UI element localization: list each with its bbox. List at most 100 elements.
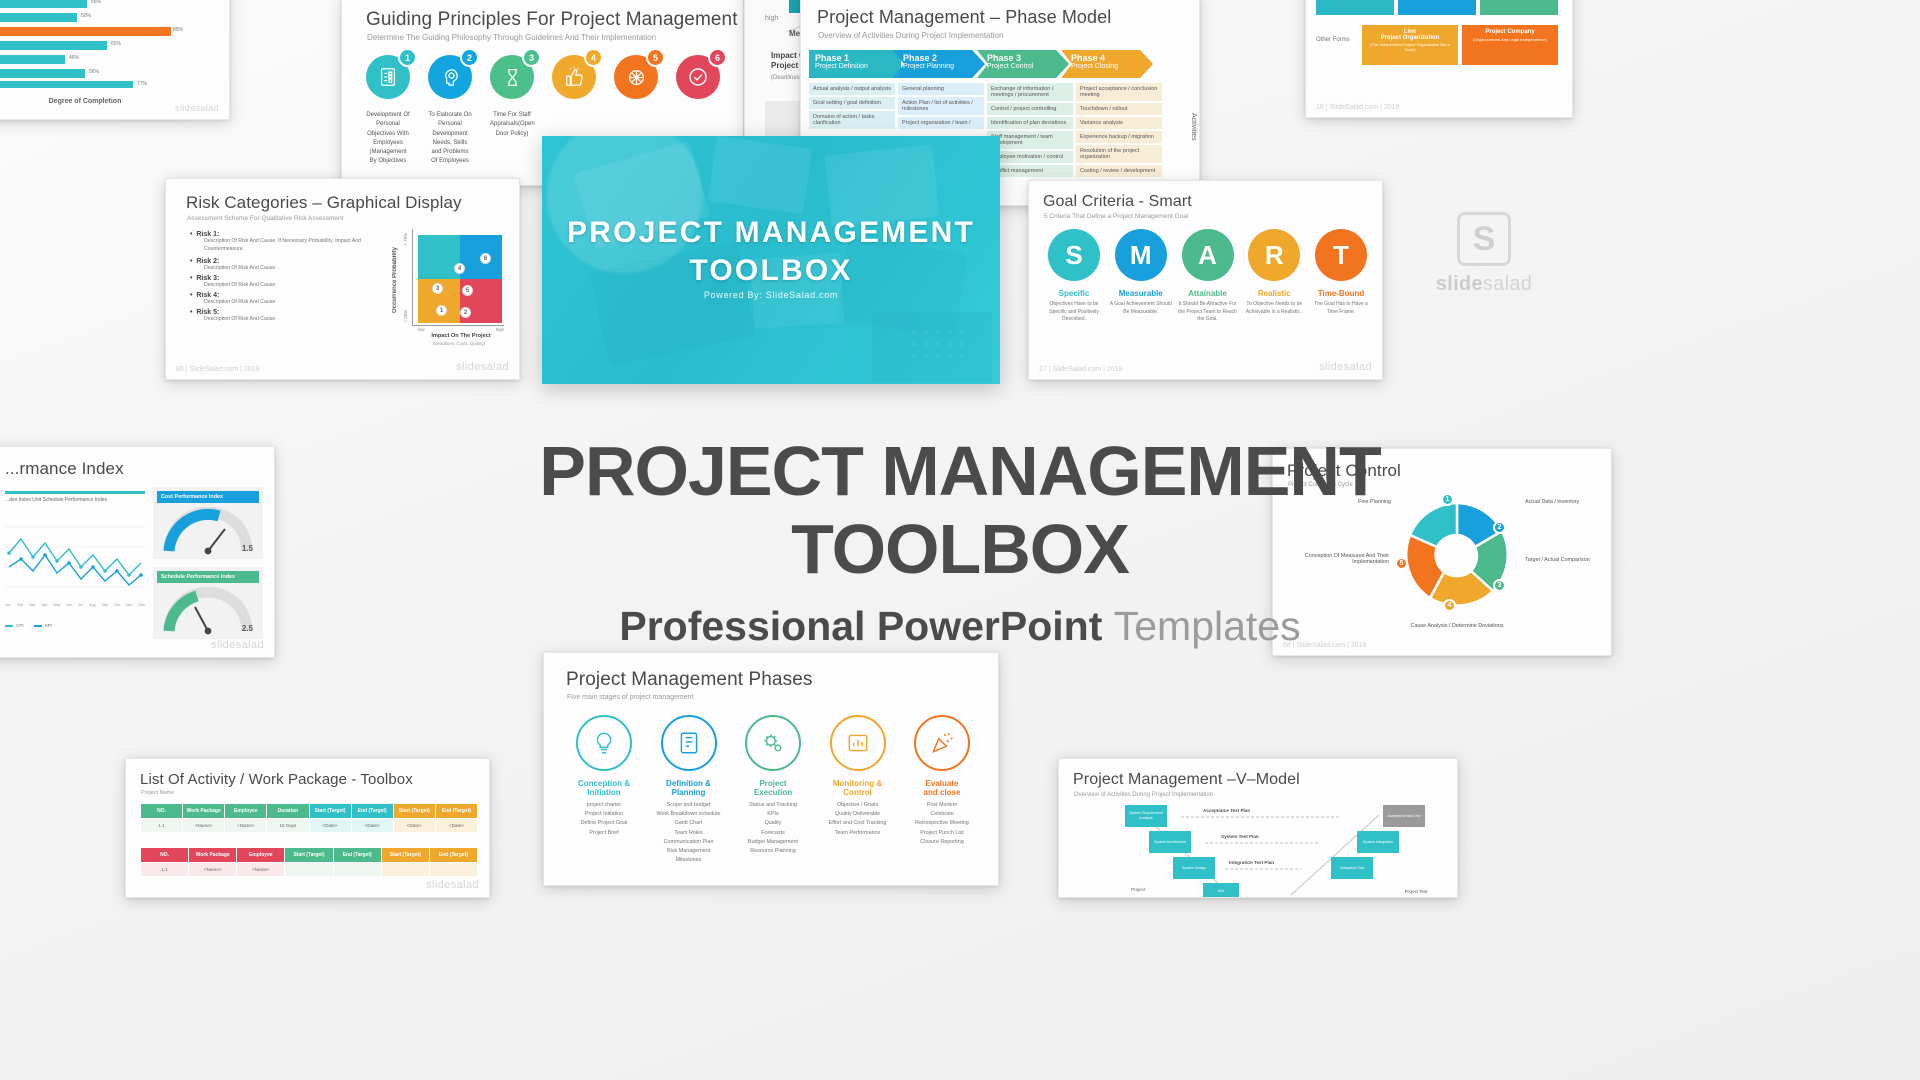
phase-header-1[interactable]: Phase 1 Project Definition [809,50,901,78]
v-bottom-left-label: Project [1131,887,1146,892]
table-row[interactable]: 1.1 <Name> <Name> 15 Days <Date> <Date> … [139,818,479,833]
smart-item-s[interactable]: S Specific Objectives Have to be Specifi… [1043,229,1105,324]
chart-bar-icon [829,715,886,771]
org-card-1[interactable]: Line – And – Staff Project Organization … [1316,0,1394,15]
slide-footer: 27 | SlideSalad.com | 2019 [1039,366,1123,373]
phase-column-4: Project acceptance / conclusion meeting … [1076,83,1162,179]
slide-org-forms[interactable]: Line – And – Staff Project Organization … [1305,0,1573,118]
v-connector-label-3: Integration Test Plan [1229,860,1275,865]
page-title: List Of Activity / Work Package - Toolbo… [140,771,413,788]
watermark: slidesalad [174,103,219,113]
v-node-left-4[interactable]: Unit [1203,883,1239,897]
v-node-right-2[interactable]: System Integration [1357,831,1399,853]
risk-marker-1[interactable]: 1 [436,305,447,316]
phase-header-4[interactable]: Phase 4 Project Closing [1061,50,1153,78]
page-title: Project Management Phases [566,669,813,690]
slide-v-model[interactable]: Project Management –V–Model Overview of … [1058,758,1458,898]
principle-badge-1: 1 [398,48,417,67]
principle-item-2[interactable]: 2 To Elaborate On Personal Development N… [428,48,479,167]
risk-marker-4[interactable]: 4 [454,263,465,274]
page-title: Project Management –V–Model [1073,771,1300,788]
page-subtitle: Project Name [141,790,175,796]
risk-marker-5[interactable]: 5 [462,285,473,296]
principle-badge-6: 6 [708,48,727,67]
phase-header-2[interactable]: Phase 2 Project Planning [893,50,985,78]
v-node-right-4[interactable]: Project Test [1395,883,1437,897]
v-node-left-3[interactable]: System Design [1173,857,1215,879]
org-card-3[interactable]: Matrix Project Organization [1480,0,1558,15]
slide-bar-chart[interactable]: 49% 63% 56% 50% 85% 65% 46% 56% 77% Degr… [0,0,230,120]
slide-project-management-phases[interactable]: Project Management Phases Five main stag… [543,652,999,886]
hero-title: PROJECT MANAGEMENT TOOLBOX [567,216,975,288]
book-pen-icon [660,715,717,771]
watermark: slidesalad [456,361,509,373]
phase-card-4[interactable]: Monitoring & Control Objective / Goals Q… [818,715,898,865]
impact-axis-high: high [765,15,779,22]
risk-marker-3[interactable]: 3 [432,283,443,294]
smart-letter-circle: S [1048,229,1100,281]
principle-item-1[interactable]: 1 Development Of Personal Objectives Wit… [366,48,417,167]
smart-letter-circle: A [1181,229,1234,281]
principle-badge-2: 2 [460,48,479,67]
principle-label-1: Development Of Personal Objectives With … [366,112,410,165]
logo-wordmark: slidesalad [1435,273,1533,295]
watermark: slidesalad [1319,361,1372,373]
phase-header-3[interactable]: Phase 3 Project Control [977,50,1069,78]
gears-icon [745,715,801,771]
risk-marker-2[interactable]: 2 [460,307,471,318]
headline-line-2: TOOLBOX [791,510,1130,589]
principle-item-3[interactable]: 3 Time For Staff Appraisals(Open Door Po… [490,48,541,167]
party-popper-icon [914,715,970,771]
v-node-right-3[interactable]: Integration Test [1331,857,1373,879]
page-subtitle: Overview of Activities During Project Im… [1074,792,1214,798]
logo-mark-icon: S [1457,212,1511,266]
principle-badge-3: 3 [522,48,541,67]
page-subtitle: Assessment Scheme For Qualitative Risk A… [187,215,344,222]
page-subtitle: Overview of Activities During Project Im… [818,31,1004,40]
table-header-row: NO. Work Package Employee Start (Target)… [139,847,479,863]
smart-item-a[interactable]: A Attainable It Should Be Attractive For… [1177,229,1239,324]
smart-letter-circle: R [1248,229,1301,281]
risk-item: • Risk 1: Description Of Risk And Cause,… [190,231,362,252]
risk-x-axis-sub: (Deadlines, Costs, Quality) [432,341,486,346]
main-headline: PROJECT MANAGEMENT TOOLBOX Professional … [0,432,1920,650]
phase-card-1[interactable]: Conception & Initiation project charter … [564,715,644,865]
headline-subtitle: Professional PowerPoint Templates [619,602,1301,649]
org-bottom-card-2[interactable]: Project Company (Organizational And Lega… [1462,25,1558,65]
v-node-left-1[interactable]: System Requirement Analysis [1125,805,1167,827]
risk-item: • Risk 5: Description Of Risk And Cause [190,308,276,322]
risk-item: • Risk 3: Description Of Risk And Cause [190,274,276,288]
org-side-label: Other Forms [1316,37,1350,43]
org-card-2[interactable]: Pure Project Organization (Task Force) [1398,0,1476,15]
risk-item: • Risk 2: Description Of Risk And Cause [190,257,276,271]
smart-letter-circle: T [1315,229,1367,281]
phase-card-2[interactable]: Definition & Planning Scope and budget W… [649,715,729,865]
risk-item: • Risk 4: Description Of Risk And Cause [190,291,276,305]
phase-card-5[interactable]: Evaluate and close Post Mortem Celebrate… [902,715,982,865]
smart-item-r[interactable]: R Realistic To Objective Needs to be Ach… [1243,229,1305,324]
v-node-left-2[interactable]: System Architecture [1149,831,1191,853]
hero-cover-slide[interactable]: PROJECT MANAGEMENT TOOLBOX Powered By: S… [542,136,1000,384]
smart-item-m[interactable]: M Measurable A Goal Achievement Should B… [1110,229,1172,324]
risk-y-bottom: < 25% [403,310,408,323]
activity-table-2: NO. Work Package Employee Start (Target)… [139,847,479,877]
smart-item-t[interactable]: T Time-Bound The Goal Has to Have a Time… [1310,229,1372,324]
page-title: Risk Categories – Graphical Display [186,193,462,212]
org-bottom-card-1[interactable]: Line Project Organization (The Independe… [1362,25,1458,65]
hero-powered-by: Powered By: SlideSalad.com [703,290,839,300]
phase-card-3[interactable]: Project Execution Status and Tracking KP… [733,715,813,865]
v-connector-label-1: Acceptance Test Plan [1203,808,1251,813]
risk-y-axis-label: Occurrence Probability [392,247,398,314]
slide-goal-criteria-smart[interactable]: Goal Criteria - Smart 5 Criteria That De… [1028,180,1383,380]
v-node-right-1[interactable]: Acceptance And Use [1383,805,1425,827]
table-row[interactable]: 1.1 <Name> <Name> [139,862,479,877]
slide-activity-list[interactable]: List Of Activity / Work Package - Toolbo… [125,758,490,898]
v-model-diagram: System Requirement Analysis System Archi… [1073,803,1447,897]
smart-letter-circle: M [1114,229,1167,281]
risk-marker-6[interactable]: 6 [480,253,491,264]
slide-footer: 86 | SlideSalad.com | 2019 [176,366,260,373]
slide-risk-categories[interactable]: Risk Categories – Graphical Display Asse… [165,178,520,380]
page-title: Goal Criteria - Smart [1043,193,1192,210]
slide-collage-stage: 49% 63% 56% 50% 85% 65% 46% 56% 77% Degr… [0,0,1920,1080]
principle-label-3: Time For Staff Appraisals(Open Door Poli… [490,112,535,137]
